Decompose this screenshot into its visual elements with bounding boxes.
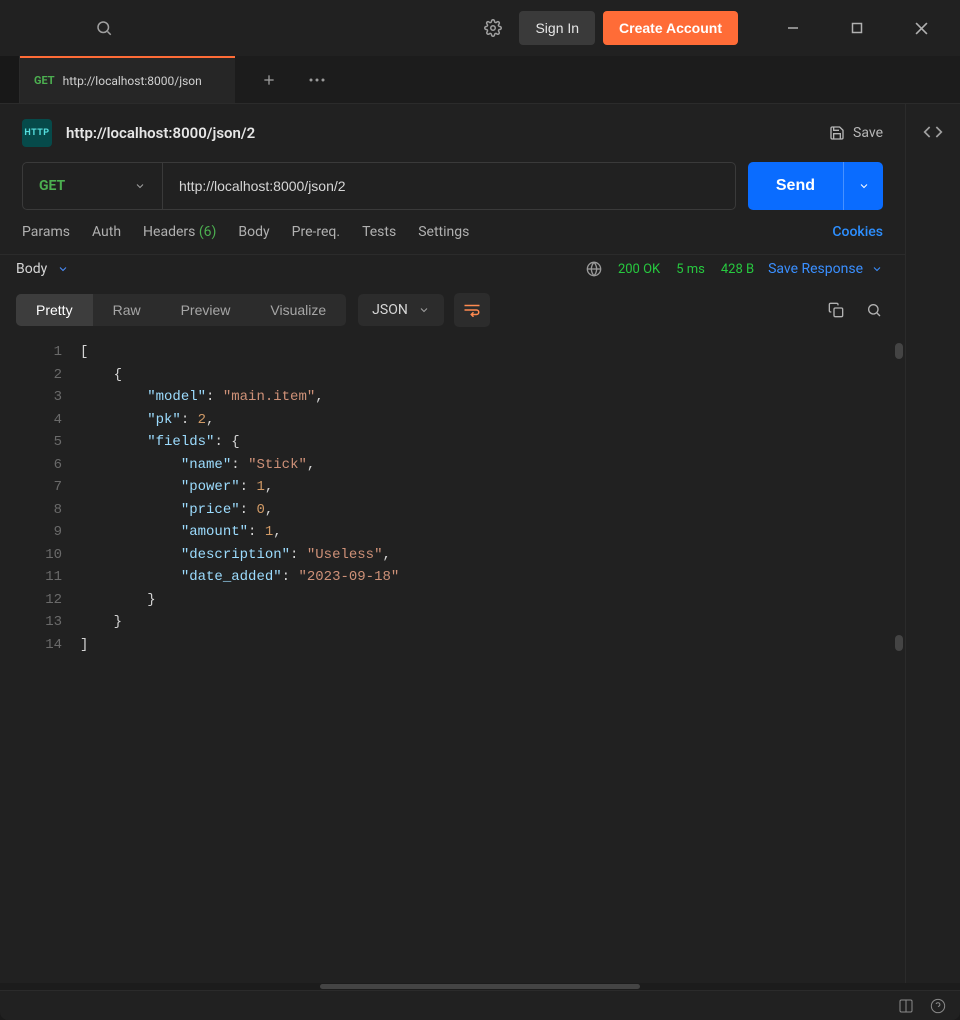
- app-window: Sign In Create Account GET http://localh…: [0, 0, 960, 1020]
- right-rail: [905, 104, 960, 983]
- send-group: Send: [748, 162, 883, 210]
- search-icon[interactable]: [86, 10, 122, 46]
- tab-request[interactable]: GET http://localhost:8000/json: [20, 56, 235, 103]
- url-group: GET: [22, 162, 736, 210]
- tab-auth[interactable]: Auth: [92, 224, 121, 240]
- cookies-link[interactable]: Cookies: [832, 224, 883, 240]
- tab-tests[interactable]: Tests: [362, 224, 396, 240]
- main-area: HTTP http://localhost:8000/json/2 Save G…: [0, 104, 960, 983]
- gear-icon[interactable]: [475, 10, 511, 46]
- response-bar: Body 200 OK 5 ms 428 B Save Response: [0, 254, 905, 283]
- chevron-down-icon: [871, 263, 883, 275]
- view-mode-segment: Pretty Raw Preview Visualize: [16, 294, 346, 326]
- tab-title: http://localhost:8000/json: [63, 74, 221, 88]
- tab-prereq[interactable]: Pre-req.: [292, 224, 340, 240]
- tab-body[interactable]: Body: [238, 224, 269, 240]
- minimize-icon[interactable]: [770, 10, 816, 46]
- panel-icon[interactable]: [898, 998, 914, 1014]
- code-icon[interactable]: [923, 122, 943, 142]
- send-button[interactable]: Send: [748, 162, 843, 210]
- json-viewer[interactable]: 1234567891011121314 [ { "model": "main.i…: [0, 337, 905, 983]
- view-preview[interactable]: Preview: [161, 294, 251, 326]
- view-tabs: Pretty Raw Preview Visualize JSON: [0, 283, 905, 337]
- response-size: 428 B: [721, 262, 754, 277]
- horizontal-scrollbar[interactable]: [0, 983, 960, 990]
- url-input[interactable]: [163, 163, 735, 209]
- view-raw[interactable]: Raw: [93, 294, 161, 326]
- copy-icon[interactable]: [821, 295, 851, 325]
- format-label: JSON: [372, 302, 408, 318]
- line-gutter: 1234567891011121314: [0, 337, 80, 983]
- chevron-down-icon: [134, 180, 146, 192]
- send-dropdown[interactable]: [843, 162, 883, 210]
- search-response-icon[interactable]: [859, 295, 889, 325]
- tab-method-badge: GET: [34, 74, 55, 87]
- tab-settings[interactable]: Settings: [418, 224, 469, 240]
- format-dropdown[interactable]: JSON: [358, 294, 444, 326]
- signin-button[interactable]: Sign In: [519, 11, 595, 45]
- chevron-down-icon: [57, 263, 69, 275]
- save-button[interactable]: Save: [829, 125, 883, 141]
- method-select[interactable]: GET: [23, 163, 163, 209]
- sidebar-collapsed[interactable]: [0, 56, 20, 103]
- save-response-button[interactable]: Save Response: [768, 261, 883, 277]
- chevron-down-icon: [418, 304, 430, 316]
- request-tabs: Params Auth Headers (6) Body Pre-req. Te…: [0, 210, 905, 254]
- scrollbar-thumb[interactable]: [895, 635, 903, 651]
- scrollbar-thumb[interactable]: [895, 343, 903, 359]
- url-row: GET Send: [0, 162, 905, 210]
- view-visualize[interactable]: Visualize: [250, 294, 346, 326]
- status-code: 200 OK: [618, 262, 660, 277]
- help-icon[interactable]: [930, 998, 946, 1014]
- maximize-icon[interactable]: [834, 10, 880, 46]
- tab-bar: GET http://localhost:8000/json: [0, 56, 960, 104]
- create-account-button[interactable]: Create Account: [603, 11, 738, 45]
- tab-headers-count: (6): [199, 224, 217, 240]
- tab-headers[interactable]: Headers (6): [143, 224, 216, 240]
- code-block[interactable]: [ { "model": "main.item", "pk": 2, "fiel…: [80, 337, 905, 983]
- more-icon[interactable]: [303, 66, 331, 94]
- method-select-label: GET: [39, 178, 65, 194]
- tab-headers-label: Headers: [143, 224, 195, 240]
- globe-icon[interactable]: [586, 261, 602, 277]
- content: HTTP http://localhost:8000/json/2 Save G…: [0, 104, 905, 983]
- window-controls: [770, 10, 944, 46]
- tab-actions: [235, 56, 331, 103]
- save-label: Save: [853, 125, 883, 141]
- view-pretty[interactable]: Pretty: [16, 294, 93, 326]
- wrap-lines-icon[interactable]: [454, 293, 490, 327]
- save-icon: [829, 125, 845, 141]
- response-time: 5 ms: [676, 262, 705, 277]
- request-title: http://localhost:8000/json/2: [66, 124, 255, 142]
- response-section-label: Body: [16, 261, 47, 277]
- save-response-label: Save Response: [768, 261, 863, 277]
- request-header: HTTP http://localhost:8000/json/2 Save: [0, 104, 905, 162]
- tab-params[interactable]: Params: [22, 224, 70, 240]
- http-badge-icon: HTTP: [22, 119, 52, 147]
- plus-icon[interactable]: [255, 66, 283, 94]
- footer: [0, 990, 960, 1020]
- response-section-dropdown[interactable]: Body: [16, 261, 69, 277]
- response-meta: 200 OK 5 ms 428 B: [586, 261, 754, 277]
- titlebar: Sign In Create Account: [0, 0, 960, 56]
- close-icon[interactable]: [898, 10, 944, 46]
